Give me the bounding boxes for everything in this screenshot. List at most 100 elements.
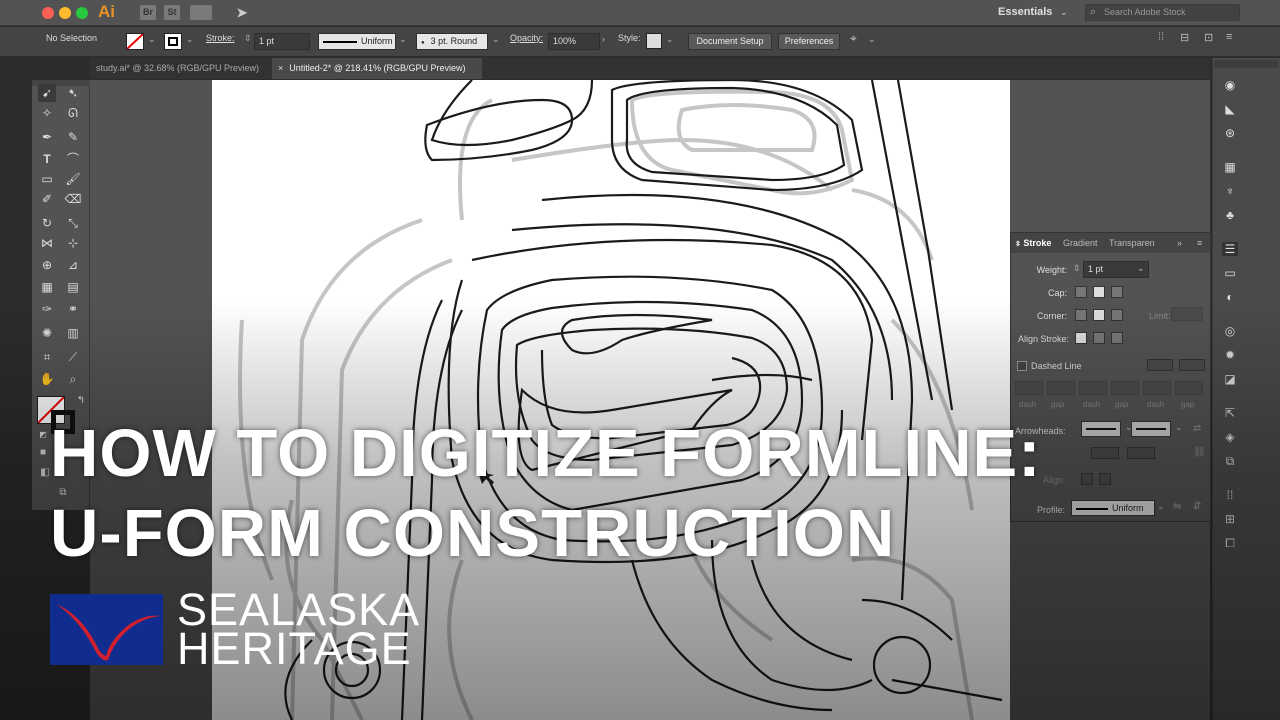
align-panel-icon[interactable]: ⁞⁞ bbox=[1222, 488, 1238, 502]
zoom-tool-icon[interactable]: ⌕ bbox=[64, 370, 82, 388]
arrow-tip-end-icon[interactable] bbox=[1099, 473, 1111, 485]
gradient-tool-icon[interactable]: ▤ bbox=[64, 278, 82, 296]
isolate-icon[interactable]: ⊡ bbox=[1204, 31, 1213, 44]
eyedropper-tool-icon[interactable]: ✑ bbox=[38, 300, 56, 318]
arc-tool-icon[interactable]: ⌒ bbox=[64, 150, 82, 168]
round-join-icon[interactable] bbox=[1093, 309, 1105, 321]
transparency-icon[interactable]: ◐ bbox=[1222, 290, 1238, 304]
chevron-down-icon[interactable]: ⌄ bbox=[492, 34, 500, 45]
graphic-styles-icon[interactable]: ✹ bbox=[1222, 348, 1238, 362]
search-stock-input[interactable]: Search Adobe Stock bbox=[1085, 4, 1240, 21]
gap-3-field[interactable] bbox=[1175, 381, 1203, 395]
layers-icon[interactable]: ◈ bbox=[1222, 430, 1238, 444]
align-icon[interactable]: ⁞⁞ bbox=[1158, 31, 1164, 43]
variable-width-profile[interactable]: Uniform bbox=[318, 33, 396, 50]
link-scale-icon[interactable]: ⛓ bbox=[1193, 447, 1206, 458]
chevron-down-icon[interactable]: ⌄ bbox=[1175, 422, 1183, 433]
flip-along-icon[interactable]: ⇋ bbox=[1173, 501, 1181, 512]
dashed-line-checkbox[interactable] bbox=[1017, 361, 1027, 371]
mesh-tool-icon[interactable]: ▦ bbox=[38, 278, 56, 296]
libraries-icon[interactable]: ◣ bbox=[1222, 102, 1238, 116]
chevron-down-icon[interactable]: ⌄ bbox=[399, 34, 407, 45]
tab-untitled-2[interactable]: × Untitled-2* @ 218.41% (RGB/GPU Preview) bbox=[272, 58, 482, 79]
arrow-scale-end-field[interactable] bbox=[1127, 447, 1155, 459]
direct-selection-tool-icon[interactable]: ➷ bbox=[64, 84, 82, 102]
properties-icon[interactable]: ◉ bbox=[1222, 78, 1238, 92]
chevron-down-icon[interactable]: ⌄ bbox=[148, 34, 156, 45]
align-inside-icon[interactable] bbox=[1093, 332, 1105, 344]
dash-1-field[interactable] bbox=[1015, 381, 1043, 395]
panel-menu-icon[interactable]: ≡ bbox=[1226, 31, 1232, 43]
lasso-tool-icon[interactable]: ᘏ bbox=[64, 104, 82, 122]
miter-join-icon[interactable] bbox=[1075, 309, 1087, 321]
opacity-label[interactable]: Opacity: bbox=[510, 33, 543, 43]
width-tool-icon[interactable]: ⋈ bbox=[38, 234, 56, 252]
symbol-sprayer-tool-icon[interactable]: ✺ bbox=[38, 324, 56, 342]
artboards-icon[interactable]: ⧉ bbox=[1222, 454, 1238, 468]
round-cap-icon[interactable] bbox=[1093, 286, 1105, 298]
stepper-icon[interactable]: ⇳ bbox=[244, 33, 252, 44]
blend-tool-icon[interactable]: ⚭ bbox=[64, 300, 82, 318]
profile-select[interactable]: Uniform bbox=[1071, 500, 1155, 516]
flip-across-icon[interactable]: ⇵ bbox=[1193, 501, 1201, 512]
start-arrowhead-select[interactable] bbox=[1081, 421, 1121, 437]
gap-2-field[interactable] bbox=[1111, 381, 1139, 395]
preferences-button[interactable]: Preferences bbox=[778, 33, 840, 50]
pen-tool-icon[interactable]: ✒ bbox=[38, 128, 56, 146]
fill-swatch[interactable] bbox=[126, 33, 144, 50]
pathfinder-icon[interactable]: ⧠ bbox=[1222, 536, 1238, 550]
panel-menu-icon[interactable]: ≡ bbox=[1197, 238, 1202, 248]
end-arrowhead-select[interactable] bbox=[1131, 421, 1171, 437]
graphic-style-swatch[interactable] bbox=[646, 33, 662, 49]
column-graph-tool-icon[interactable]: ▥ bbox=[64, 324, 82, 342]
butt-cap-icon[interactable] bbox=[1075, 286, 1087, 298]
image-trace-icon[interactable]: ◪ bbox=[1222, 372, 1238, 386]
shape-builder-tool-icon[interactable]: ⊕ bbox=[38, 256, 56, 274]
artboard-tool-icon[interactable]: ⌗ bbox=[38, 348, 56, 366]
symbols-icon[interactable]: ♣ bbox=[1222, 208, 1238, 222]
align-outside-icon[interactable] bbox=[1111, 332, 1123, 344]
arrange-documents-icon[interactable] bbox=[190, 5, 212, 20]
chevron-down-icon[interactable]: ⌄ bbox=[186, 34, 194, 45]
magic-wand-tool-icon[interactable]: ✧ bbox=[38, 104, 56, 122]
paintbrush-tool-icon[interactable]: 🖌 bbox=[64, 170, 82, 188]
gpu-performance-icon[interactable]: ➤ bbox=[234, 5, 250, 20]
stepper-icon[interactable]: ⇳ bbox=[1073, 263, 1081, 274]
stroke-weight-field[interactable]: 1 pt bbox=[254, 33, 310, 50]
workspace-switcher[interactable]: Essentials bbox=[998, 6, 1052, 18]
arrow-scale-start-field[interactable] bbox=[1091, 447, 1119, 459]
navigator-icon[interactable]: ⊛ bbox=[1222, 126, 1238, 140]
color-icon[interactable]: ▦ bbox=[1222, 160, 1238, 174]
gap-1-field[interactable] bbox=[1047, 381, 1075, 395]
chevron-down-icon[interactable]: ⌄ bbox=[1157, 501, 1165, 512]
align-dash-icon[interactable] bbox=[1179, 359, 1205, 371]
scale-tool-icon[interactable]: ⤡ bbox=[64, 214, 82, 232]
export-icon[interactable]: ⇱ bbox=[1222, 406, 1238, 420]
chevron-down-icon[interactable]: ⌄ bbox=[1137, 263, 1145, 274]
tab-gradient[interactable]: Gradient bbox=[1063, 238, 1098, 248]
perspective-grid-tool-icon[interactable]: ⊿ bbox=[64, 256, 82, 274]
curvature-tool-icon[interactable]: ✎ bbox=[64, 128, 82, 146]
stock-icon[interactable]: St bbox=[164, 5, 180, 20]
chevron-right-icon[interactable]: › bbox=[602, 34, 605, 44]
bridge-icon[interactable]: Br bbox=[140, 5, 156, 20]
shaper-tool-icon[interactable]: ✐ bbox=[38, 190, 56, 208]
arrow-tip-extend-icon[interactable] bbox=[1081, 473, 1093, 485]
tab-stroke[interactable]: ⇳ Stroke bbox=[1015, 238, 1051, 248]
dock-handle[interactable] bbox=[1214, 60, 1278, 68]
brushes-icon[interactable]: ♆ bbox=[1222, 184, 1238, 198]
gradient-panel-icon[interactable]: ▭ bbox=[1222, 266, 1238, 280]
align-center-icon[interactable] bbox=[1075, 332, 1087, 344]
maximize-window-button[interactable] bbox=[76, 7, 88, 19]
tab-transparency[interactable]: Transparen bbox=[1109, 238, 1155, 248]
close-tab-icon[interactable]: × bbox=[278, 63, 283, 73]
chevron-down-icon[interactable]: ⌄ bbox=[868, 34, 876, 45]
rectangle-tool-icon[interactable]: ▭ bbox=[38, 170, 56, 188]
dash-3-field[interactable] bbox=[1143, 381, 1171, 395]
type-tool-icon[interactable]: T bbox=[38, 150, 56, 168]
bevel-join-icon[interactable] bbox=[1111, 309, 1123, 321]
chevron-down-icon[interactable]: ⌄ bbox=[666, 34, 674, 45]
rotate-tool-icon[interactable]: ↻ bbox=[38, 214, 56, 232]
collapse-panel-icon[interactable]: » bbox=[1177, 238, 1182, 248]
free-transform-tool-icon[interactable]: ⊹ bbox=[64, 234, 82, 252]
